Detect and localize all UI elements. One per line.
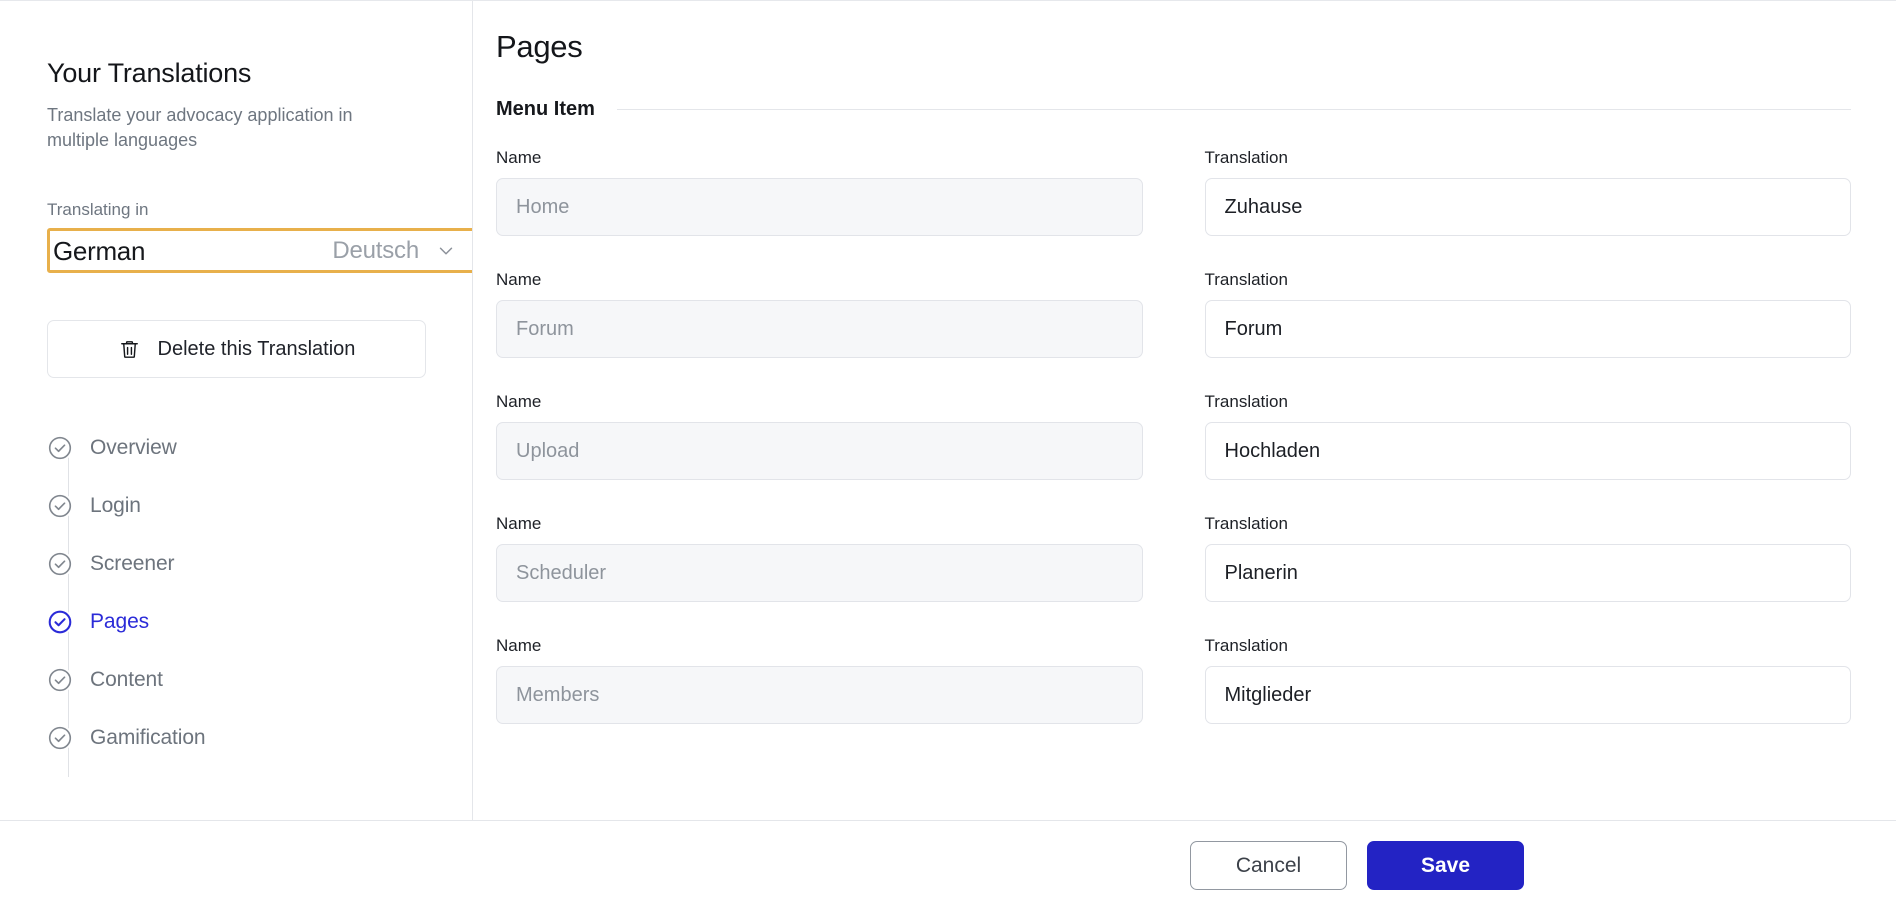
cancel-button[interactable]: Cancel <box>1190 841 1347 890</box>
name-input: Forum <box>496 300 1143 358</box>
name-field-group: Name Members <box>496 635 1143 724</box>
translation-label: Translation <box>1204 270 1288 289</box>
translation-input[interactable]: Hochladen <box>1204 422 1851 480</box>
sidebar-item-pages[interactable]: Pages <box>47 593 427 651</box>
name-field-group: Name Scheduler <box>496 513 1143 602</box>
check-circle-icon <box>47 667 73 693</box>
check-circle-icon <box>47 725 73 751</box>
translation-label: Translation <box>1204 148 1288 167</box>
translation-row: Name Members Translation Mitglieder <box>496 635 1851 724</box>
translation-row: Name Forum Translation Forum <box>496 269 1851 358</box>
translation-field-group: Translation Mitglieder <box>1204 635 1851 724</box>
name-field-group: Name Home <box>496 147 1143 236</box>
translation-label: Translation <box>1204 636 1288 655</box>
name-input: Upload <box>496 422 1143 480</box>
language-select[interactable]: German Deutsch <box>47 228 472 273</box>
sidebar-item-content[interactable]: Content <box>47 651 427 709</box>
section-divider <box>616 108 1851 110</box>
name-field-group: Name Forum <box>496 269 1143 358</box>
section-title: Menu Item <box>496 98 595 120</box>
language-name: German <box>53 235 146 266</box>
name-input: Home <box>496 178 1143 236</box>
language-native-name: Deutsch <box>332 236 419 264</box>
name-label: Name <box>496 636 542 655</box>
translation-label: Translation <box>1204 392 1288 411</box>
name-input: Members <box>496 666 1143 724</box>
sidebar-item-label: Screener <box>90 552 175 575</box>
name-input: Scheduler <box>496 544 1143 602</box>
translation-input[interactable]: Planerin <box>1204 544 1851 602</box>
sidebar-item-gamification[interactable]: Gamification <box>47 709 427 767</box>
check-circle-icon <box>47 551 73 577</box>
translation-input[interactable]: Zuhause <box>1204 178 1851 236</box>
name-label: Name <box>496 270 542 289</box>
page-title: Pages <box>496 29 583 64</box>
translations-page: Your Translations Translate your advocac… <box>0 0 1896 910</box>
sidebar-item-label: Pages <box>90 610 150 633</box>
name-label: Name <box>496 148 542 167</box>
name-field-group: Name Upload <box>496 391 1143 480</box>
translating-in-label: Translating in <box>47 200 149 219</box>
translation-field-group: Translation Hochladen <box>1204 391 1851 480</box>
translation-input[interactable]: Forum <box>1204 300 1851 358</box>
footer-action-bar: Cancel Save <box>0 820 1896 910</box>
translation-field-group: Translation Planerin <box>1204 513 1851 602</box>
sidebar-item-overview[interactable]: Overview <box>47 419 427 477</box>
translation-field-group: Translation Zuhause <box>1204 147 1851 236</box>
translation-label: Translation <box>1204 514 1288 533</box>
sidebar-stepper-nav: Overview Login Screener Pages Content Ga… <box>47 419 427 777</box>
name-label: Name <box>496 392 542 411</box>
sidebar: Your Translations Translate your advocac… <box>0 1 473 820</box>
chevron-down-icon <box>435 240 457 262</box>
sidebar-item-label: Login <box>90 494 141 517</box>
sidebar-item-label: Content <box>90 668 163 691</box>
main-content: Pages Menu Item Name Home Translation Zu… <box>474 1 1896 820</box>
translation-input[interactable]: Mitglieder <box>1204 666 1851 724</box>
sidebar-item-screener[interactable]: Screener <box>47 535 427 593</box>
sidebar-item-label: Gamification <box>90 726 206 749</box>
save-button[interactable]: Save <box>1367 841 1524 890</box>
sidebar-title: Your Translations <box>47 58 252 88</box>
sidebar-item-login[interactable]: Login <box>47 477 427 535</box>
check-circle-icon <box>47 435 73 461</box>
translation-row: Name Home Translation Zuhause <box>496 147 1851 236</box>
check-circle-icon <box>47 493 73 519</box>
translation-row: Name Upload Translation Hochladen <box>496 391 1851 480</box>
section-header: Menu Item <box>496 97 1896 121</box>
delete-translation-label: Delete this Translation <box>157 338 356 360</box>
trash-icon <box>118 338 141 361</box>
translation-row: Name Scheduler Translation Planerin <box>496 513 1851 602</box>
name-label: Name <box>496 514 542 533</box>
delete-translation-button[interactable]: Delete this Translation <box>47 320 426 378</box>
check-circle-icon <box>47 609 73 635</box>
translation-field-group: Translation Forum <box>1204 269 1851 358</box>
sidebar-item-label: Overview <box>90 436 177 459</box>
sidebar-subtitle: Translate your advocacy application in m… <box>47 105 353 150</box>
translation-rows: Name Home Translation Zuhause Name Forum… <box>496 147 1896 724</box>
